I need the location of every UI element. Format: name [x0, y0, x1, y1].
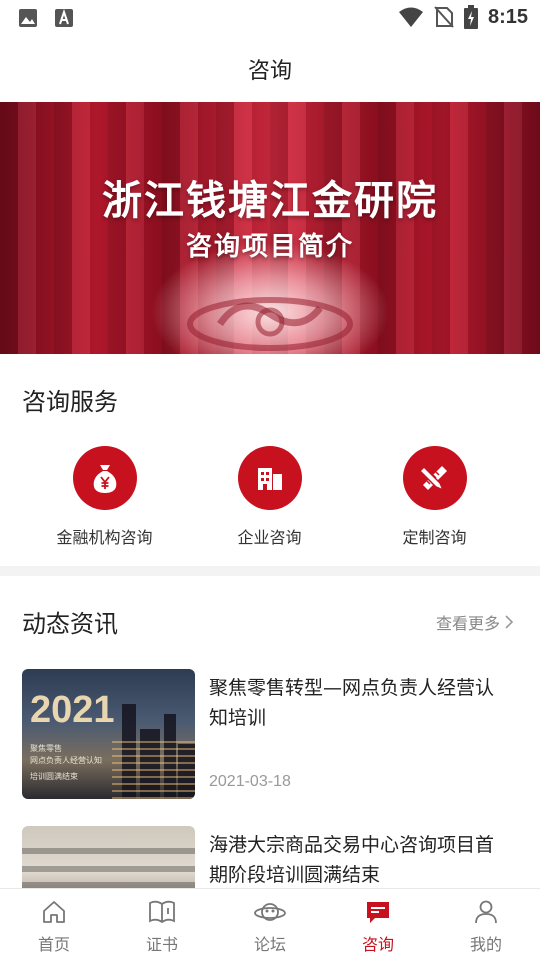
news-date: 2021-03-18 — [209, 773, 291, 790]
tab-forum[interactable]: 论坛 — [216, 889, 324, 960]
no-sim-icon — [434, 6, 454, 28]
building-icon — [257, 468, 282, 490]
chevron-right-icon — [505, 615, 514, 629]
city-lights — [112, 739, 195, 799]
service-label: 企业咨询 — [237, 528, 302, 547]
service-icon-circle — [237, 446, 302, 510]
thumbnail-caption: 网点负责人经营认知 — [30, 756, 102, 765]
book-icon — [149, 900, 175, 924]
news-headline: 聚焦零售转型—网点负责人经营认知培训 — [209, 677, 495, 729]
tab-label: 论坛 — [253, 935, 286, 954]
tab-certificate[interactable]: 证书 — [108, 889, 216, 960]
news-section-title: 动态资讯 — [22, 610, 118, 638]
news-headline: 海港大宗商品交易中心咨询项目首期阶段培训圆满结束 — [209, 834, 495, 886]
thumbnail-caption: 培训圆满结束 — [30, 772, 78, 781]
service-enterprise[interactable]: 企业咨询 — [187, 446, 352, 548]
audience-row — [22, 848, 195, 854]
service-custom[interactable]: 定制咨询 — [352, 446, 517, 548]
image-notification-icon — [19, 9, 37, 27]
tab-label: 证书 — [145, 935, 178, 954]
user-icon — [475, 900, 497, 924]
title-bar: 咨询 — [0, 36, 540, 102]
tab-label: 首页 — [37, 935, 70, 954]
news-section: 动态资讯 查看更多 2021 聚焦零售 网点负责人经营认知 培训圆满结束 聚焦零… — [0, 576, 540, 888]
thumbnail-caption: 聚焦零售 — [30, 744, 62, 753]
thumbnail-year: 2021 — [30, 689, 115, 731]
service-icon-circle — [402, 446, 467, 510]
banner-logo-icon — [187, 297, 353, 351]
tab-consult[interactable]: 咨询 — [324, 889, 432, 960]
service-label: 金融机构咨询 — [56, 528, 153, 547]
home-icon — [43, 901, 65, 923]
pencil-ruler-icon — [418, 465, 447, 492]
planet-icon — [254, 903, 286, 921]
audience-row — [22, 866, 195, 872]
page-title: 咨询 — [247, 59, 292, 84]
tab-home[interactable]: 首页 — [0, 889, 108, 960]
services-section-title: 咨询服务 — [22, 388, 118, 416]
view-more-label: 查看更多 — [435, 614, 500, 633]
chat-icon — [367, 902, 389, 923]
news-thumbnail — [22, 826, 195, 888]
service-icon-circle — [72, 446, 137, 510]
tab-label: 我的 — [469, 935, 502, 954]
news-thumbnail: 2021 聚焦零售 网点负责人经营认知 培训圆满结束 — [22, 669, 195, 799]
news-item[interactable]: 2021 聚焦零售 网点负责人经营认知 培训圆满结束 聚焦零售转型—网点负责人经… — [22, 669, 522, 799]
service-financial-institution[interactable]: 金融机构咨询 — [22, 446, 187, 548]
banner[interactable]: 浙江钱塘江金研院 咨询项目简介 — [0, 102, 540, 354]
view-more-link[interactable]: 查看更多 — [436, 610, 514, 634]
tab-label: 咨询 — [361, 935, 394, 954]
money-bag-icon — [93, 465, 116, 493]
font-notification-icon — [55, 8, 73, 27]
tab-profile[interactable]: 我的 — [432, 889, 540, 960]
banner-subtitle: 咨询项目简介 — [185, 232, 354, 262]
news-item[interactable]: 海港大宗商品交易中心咨询项目首期阶段培训圆满结束 — [22, 826, 522, 888]
section-divider — [0, 566, 540, 576]
service-label: 定制咨询 — [402, 528, 467, 547]
status-bar: 8:15 — [0, 0, 540, 36]
battery-icon — [463, 5, 478, 29]
wifi-icon — [398, 7, 423, 27]
bottom-tab-bar: 首页 证书 论坛 咨询 我的 — [0, 888, 540, 960]
banner-title: 浙江钱塘江金研院 — [102, 177, 438, 224]
status-time: 8:15 — [487, 5, 528, 28]
services-section: 咨询服务 金融机构咨询 企业咨询 定制咨询 — [0, 354, 540, 566]
